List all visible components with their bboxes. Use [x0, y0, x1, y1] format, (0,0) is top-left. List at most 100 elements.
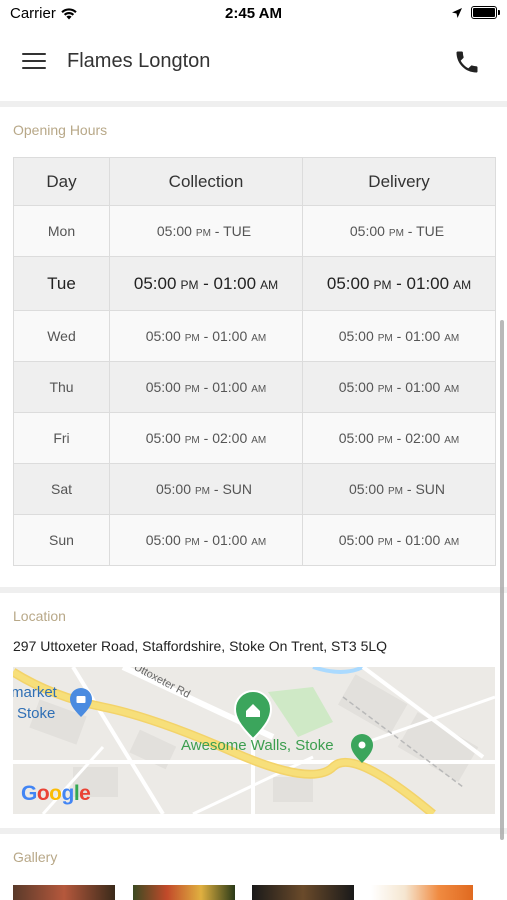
time-start: 05:00 — [338, 328, 374, 344]
time-start: 05:00 — [133, 273, 177, 293]
time-separator: - — [199, 430, 213, 446]
time-separator: - — [403, 481, 416, 497]
collection-hours-cell: 05:00 PM - SUN — [109, 463, 303, 515]
time-start: 05:00 — [155, 481, 192, 497]
delivery-hours-cell: 05:00 PM - SUN — [302, 463, 496, 515]
time-start-ampm: PM — [388, 228, 404, 239]
column-header-collection: Collection — [109, 157, 303, 206]
map-label-city-top: market — [13, 684, 57, 701]
time-start-ampm: PM — [377, 333, 393, 344]
time-separator: - — [392, 328, 406, 344]
gallery-thumbnail[interactable] — [371, 885, 473, 900]
time-separator: - — [391, 273, 407, 293]
delivery-hours-cell: 05:00 PM - 01:00 AM — [302, 256, 496, 311]
time-start-ampm: PM — [377, 537, 393, 548]
time-end: 01:00 — [405, 328, 441, 344]
time-end: TUE — [416, 223, 445, 239]
time-end-ampm: AM — [251, 333, 267, 344]
section-divider — [0, 587, 507, 593]
location-arrow-icon — [452, 7, 462, 18]
time-start-ampm: PM — [195, 228, 211, 239]
time-start-ampm: PM — [377, 384, 393, 395]
time-end-ampm: AM — [444, 384, 460, 395]
time-end: 01:00 — [406, 273, 450, 293]
time-end: SUN — [415, 481, 446, 497]
time-end-ampm: AM — [444, 537, 460, 548]
time-start: 05:00 — [338, 430, 374, 446]
delivery-hours-cell: 05:00 PM - 01:00 AM — [302, 310, 496, 362]
scrollbar[interactable] — [500, 320, 504, 840]
section-divider — [0, 101, 507, 107]
time-separator: - — [392, 532, 406, 548]
day-cell: Sat — [13, 463, 110, 515]
phone-icon[interactable] — [453, 48, 481, 76]
table-row: Thu 05:00 PM - 01:00 AM 05:00 PM - 01:00 AM — [13, 361, 496, 413]
time-separator: - — [198, 273, 214, 293]
time-separator: - — [210, 481, 223, 497]
table-row: Sat 05:00 PM - SUN 05:00 PM - SUN — [13, 463, 496, 515]
gallery-thumbnail[interactable] — [133, 885, 235, 900]
time-separator: - — [392, 379, 406, 395]
column-header-delivery: Delivery — [302, 157, 496, 206]
table-row: Wed 05:00 PM - 01:00 AM 05:00 PM - 01:00 AM — [13, 310, 496, 362]
time-separator: - — [199, 532, 213, 548]
collection-hours-cell: 05:00 PM - 01:00 AM — [109, 256, 303, 311]
day-cell: Thu — [13, 361, 110, 413]
time-start: 05:00 — [349, 223, 385, 239]
app-header: Flames Longton — [0, 30, 507, 96]
collection-hours-cell: 05:00 PM - 01:00 AM — [109, 310, 303, 362]
time-end: 01:00 — [212, 379, 248, 395]
time-start: 05:00 — [156, 223, 192, 239]
time-separator: - — [210, 223, 224, 239]
time-end: 01:00 — [213, 273, 257, 293]
opening-hours-label: Opening Hours — [13, 122, 108, 138]
gallery-label: Gallery — [13, 849, 58, 865]
time-start-ampm: PM — [377, 435, 393, 446]
time-start-ampm: PM — [184, 384, 200, 395]
address-text: 297 Uttoxeter Road, Staffordshire, Stoke… — [13, 638, 388, 654]
time-start: 05:00 — [145, 379, 181, 395]
time-start: 05:00 — [145, 532, 181, 548]
day-cell: Wed — [13, 310, 110, 362]
time-end-ampm: AM — [251, 537, 267, 548]
delivery-hours-cell: 05:00 PM - 01:00 AM — [302, 361, 496, 413]
status-right — [451, 6, 500, 19]
time-end-ampm: AM — [444, 333, 460, 344]
time-start-ampm: PM — [184, 435, 200, 446]
gallery-row — [13, 885, 507, 900]
time-separator: - — [199, 328, 213, 344]
time-separator: - — [199, 379, 213, 395]
time-end: 02:00 — [405, 430, 441, 446]
time-end-ampm: AM — [260, 277, 279, 292]
time-start-ampm: PM — [184, 537, 200, 548]
table-row: Tue 05:00 PM - 01:00 AM 05:00 PM - 01:00 AM — [13, 256, 496, 311]
time-end: 01:00 — [212, 328, 248, 344]
time-separator: - — [403, 223, 417, 239]
delivery-hours-cell: 05:00 PM - 02:00 AM — [302, 412, 496, 464]
day-cell: Tue — [13, 256, 110, 311]
gallery-thumbnail[interactable] — [252, 885, 354, 900]
time-start-ampm: PM — [373, 277, 392, 292]
time-start-ampm: PM — [184, 333, 200, 344]
delivery-hours-cell: 05:00 PM - TUE — [302, 205, 496, 257]
time-start: 05:00 — [145, 430, 181, 446]
time-end: TUE — [223, 223, 252, 239]
time-end: 01:00 — [405, 379, 441, 395]
location-map[interactable]: market Stoke Uttoxeter Rd Awesome Walls,… — [13, 667, 495, 814]
map-label-city-bottom: Stoke — [17, 705, 56, 722]
hamburger-menu-icon[interactable] — [22, 53, 46, 71]
time-separator: - — [392, 430, 406, 446]
table-row: Sun 05:00 PM - 01:00 AM 05:00 PM - 01:00 AM — [13, 514, 496, 566]
time-start: 05:00 — [348, 481, 385, 497]
section-divider — [0, 828, 507, 834]
table-row: Fri 05:00 PM - 02:00 AM 05:00 PM - 02:00 AM — [13, 412, 496, 464]
day-cell: Fri — [13, 412, 110, 464]
gallery-thumbnail[interactable] — [13, 885, 115, 900]
collection-hours-cell: 05:00 PM - 01:00 AM — [109, 361, 303, 413]
time-end: 02:00 — [212, 430, 248, 446]
time-end-ampm: AM — [444, 435, 460, 446]
time-end: 01:00 — [405, 532, 441, 548]
collection-hours-cell: 05:00 PM - TUE — [109, 205, 303, 257]
time-end-ampm: AM — [251, 384, 267, 395]
time-start: 05:00 — [338, 532, 374, 548]
